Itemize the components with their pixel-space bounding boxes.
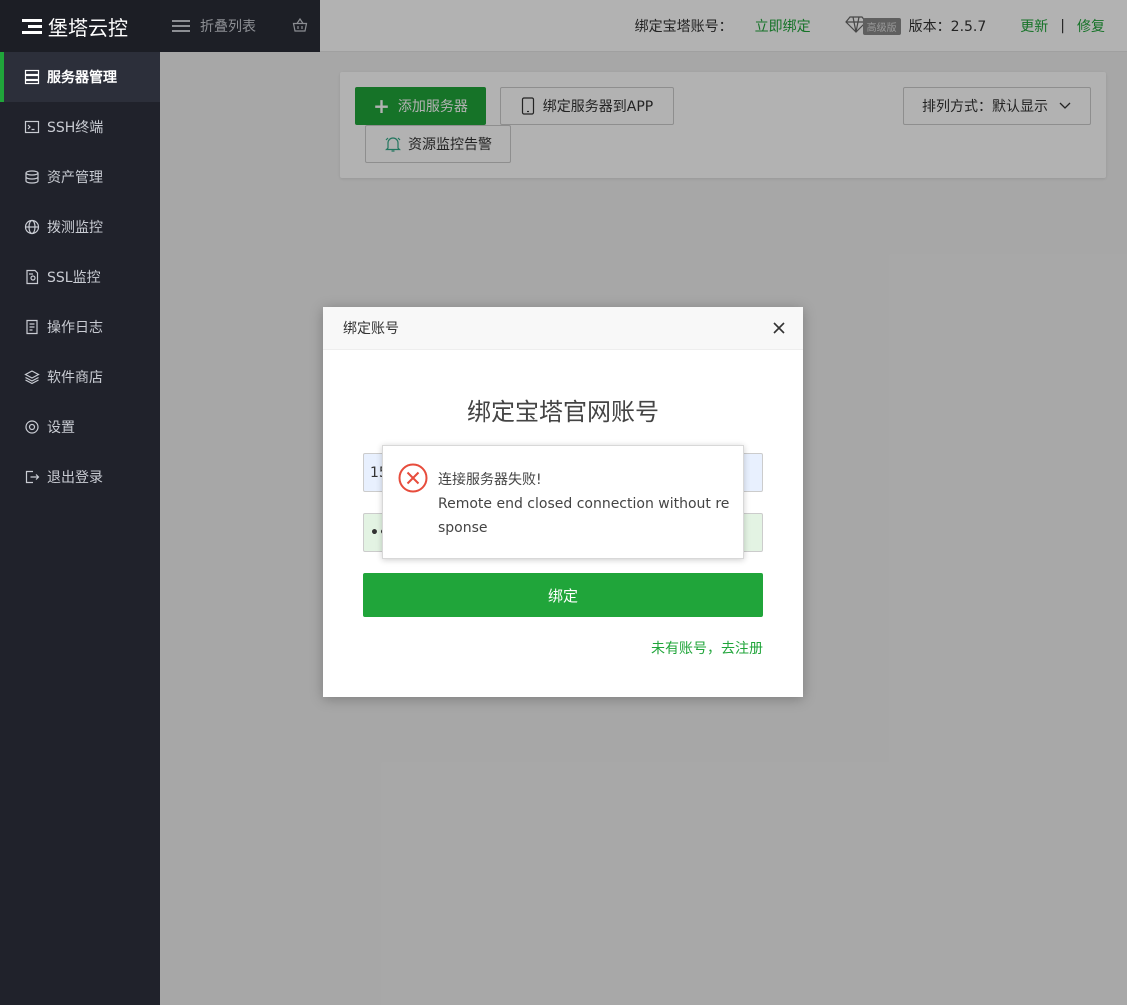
server-icon <box>24 69 40 85</box>
sidebar-item-logout[interactable]: 退出登录 <box>0 452 160 502</box>
sidebar-item-dial-monitor[interactable]: 拨测监控 <box>0 202 160 252</box>
toast-title: 连接服务器失败! <box>438 472 542 488</box>
sidebar-item-software-store[interactable]: 软件商店 <box>0 352 160 402</box>
register-link[interactable]: 未有账号，去注册 <box>651 638 763 658</box>
bind-button[interactable]: 绑定 <box>363 573 763 617</box>
sidebar-item-label: 服务器管理 <box>47 70 117 86</box>
sidebar-item-label: 拨测监控 <box>47 220 103 236</box>
terminal-icon <box>24 119 40 135</box>
sidebar-item-ssh-terminal[interactable]: SSH终端 <box>0 102 160 152</box>
gear-icon <box>24 419 40 435</box>
logout-icon <box>24 469 40 485</box>
modal-header: 绑定账号 <box>323 307 803 350</box>
sidebar-item-label: SSH终端 <box>47 120 104 136</box>
menu-lines-icon <box>22 16 42 37</box>
toast-detail: Remote end closed connection without res… <box>438 496 730 536</box>
sidebar-item-operation-log[interactable]: 操作日志 <box>0 302 160 352</box>
sidebar-item-label: 设置 <box>47 420 75 436</box>
toast-message: 连接服务器失败! Remote end closed connection wi… <box>438 468 733 540</box>
error-toast: 连接服务器失败! Remote end closed connection wi… <box>382 445 744 559</box>
error-x-icon <box>398 463 428 493</box>
modal-title: 绑定宝塔官网账号 <box>467 398 659 426</box>
log-icon <box>24 319 40 335</box>
sidebar-item-settings[interactable]: 设置 <box>0 402 160 452</box>
layers-icon <box>24 369 40 385</box>
modal-header-title: 绑定账号 <box>343 321 399 337</box>
app-name: 堡塔云控 <box>48 15 128 40</box>
sidebar-item-server-management[interactable]: 服务器管理 <box>0 52 160 102</box>
globe-icon <box>24 219 40 235</box>
sidebar: 堡塔云控 服务器管理 SSH终端 资产管理 拨测监控 SSL监控 操作日志 软件… <box>0 0 160 1005</box>
sidebar-item-assets[interactable]: 资产管理 <box>0 152 160 202</box>
sidebar-item-ssl-monitor[interactable]: SSL监控 <box>0 252 160 302</box>
database-icon <box>24 169 40 185</box>
sidebar-item-label: 操作日志 <box>47 320 103 336</box>
sidebar-item-label: 退出登录 <box>47 470 103 486</box>
sidebar-item-label: SSL监控 <box>47 270 101 286</box>
sidebar-item-label: 软件商店 <box>47 370 103 386</box>
certificate-icon <box>24 269 40 285</box>
sidebar-item-label: 资产管理 <box>47 170 103 186</box>
close-icon[interactable] <box>771 320 787 336</box>
app-logo: 堡塔云控 <box>0 0 160 52</box>
